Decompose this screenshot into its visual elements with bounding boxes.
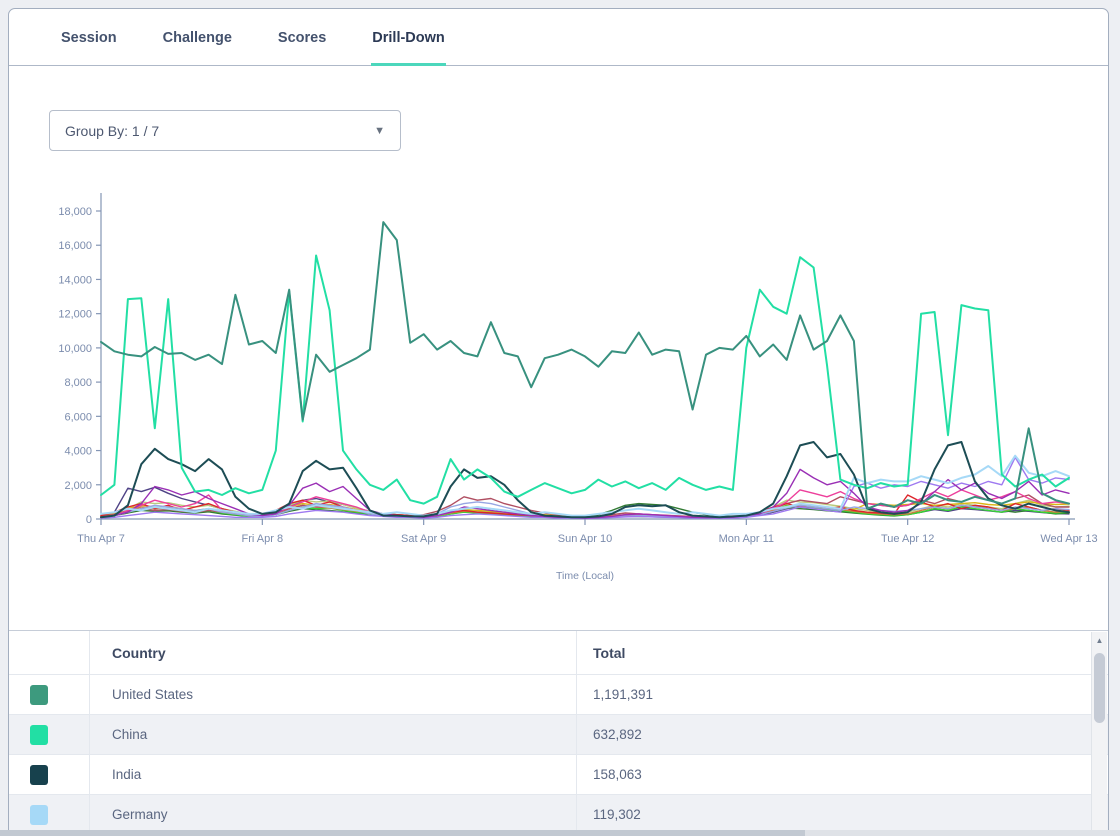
x-tick-label: Wed Apr 13	[1040, 533, 1097, 545]
series-color-swatch	[30, 805, 48, 825]
country-table-body: United States1,191,391China632,892India1…	[9, 675, 1108, 835]
total-cell: 158,063	[577, 755, 1092, 794]
y-tick-label: 14,000	[58, 274, 92, 286]
table-row[interactable]: India158,063	[9, 755, 1108, 795]
group-by-value: Group By: 1 / 7	[65, 123, 159, 139]
table-vertical-scrollbar[interactable]: ▲	[1091, 632, 1107, 836]
swatch-cell	[9, 675, 90, 714]
tab-bar: Session Challenge Scores Drill-Down	[9, 9, 1108, 66]
table-header-row: Country Total	[9, 631, 1108, 675]
swatch-cell	[9, 715, 90, 754]
horizontal-scrollbar[interactable]	[0, 830, 1120, 836]
total-cell: 119,302	[577, 795, 1092, 834]
y-tick-label: 0	[86, 514, 92, 526]
series-line-india	[101, 442, 1069, 517]
table-row[interactable]: China632,892	[9, 715, 1108, 755]
dashboard-card: Session Challenge Scores Drill-Down Grou…	[8, 8, 1109, 836]
x-tick-label: Thu Apr 7	[77, 533, 125, 545]
x-tick-label: Tue Apr 12	[881, 533, 934, 545]
x-axis-title: Time (Local)	[556, 570, 614, 582]
country-cell: India	[90, 755, 577, 794]
x-tick-label: Sat Apr 9	[401, 533, 446, 545]
x-tick-label: Mon Apr 11	[719, 533, 774, 545]
tab-session[interactable]: Session	[60, 12, 118, 66]
line-chart[interactable]: 0 2,000 4,000 6,000 8,000 10,000 12,000 14,000 1…	[9, 189, 1108, 589]
table-row[interactable]: United States1,191,391	[9, 675, 1108, 715]
country-column-header: Country	[90, 631, 577, 674]
scrollbar-thumb[interactable]	[1094, 653, 1105, 723]
series-color-swatch	[30, 725, 48, 745]
swatch-cell	[9, 755, 90, 794]
x-tick-label: Fri Apr 8	[242, 533, 284, 545]
swatch-column-header	[9, 631, 90, 674]
scroll-up-icon[interactable]: ▲	[1092, 632, 1107, 649]
country-cell: China	[90, 715, 577, 754]
country-cell: United States	[90, 675, 577, 714]
tab-scores[interactable]: Scores	[277, 12, 327, 66]
y-tick-label: 2,000	[64, 480, 92, 492]
table-row[interactable]: Germany119,302	[9, 795, 1108, 835]
y-tick-label: 16,000	[58, 240, 92, 252]
total-cell: 1,191,391	[577, 675, 1092, 714]
series-line-china	[101, 256, 1069, 504]
country-cell: Germany	[90, 795, 577, 834]
series-line-united-states	[101, 222, 1069, 509]
tab-challenge[interactable]: Challenge	[162, 12, 233, 66]
x-tick-label: Sun Apr 10	[558, 533, 612, 545]
caret-down-icon: ▼	[374, 125, 385, 137]
total-cell: 632,892	[577, 715, 1092, 754]
group-by-dropdown[interactable]: Group By: 1 / 7 ▼	[49, 110, 401, 151]
y-tick-label: 18,000	[58, 206, 92, 218]
total-column-header: Total	[577, 631, 1092, 674]
swatch-cell	[9, 795, 90, 834]
horizontal-scrollbar-thumb[interactable]	[0, 830, 805, 836]
y-tick-label: 8,000	[64, 377, 92, 389]
series-color-swatch	[30, 685, 48, 705]
tab-drill-down[interactable]: Drill-Down	[371, 12, 446, 66]
y-tick-label: 6,000	[64, 411, 92, 423]
country-table: Country Total United States1,191,391Chin…	[9, 630, 1108, 836]
y-tick-label: 4,000	[64, 446, 92, 458]
series-color-swatch	[30, 765, 48, 785]
y-tick-label: 10,000	[58, 343, 92, 355]
y-tick-label: 12,000	[58, 309, 92, 321]
drill-down-panel: Group By: 1 / 7 ▼ 0 2,000 4,000 6,000 8,000 1…	[9, 66, 1108, 836]
